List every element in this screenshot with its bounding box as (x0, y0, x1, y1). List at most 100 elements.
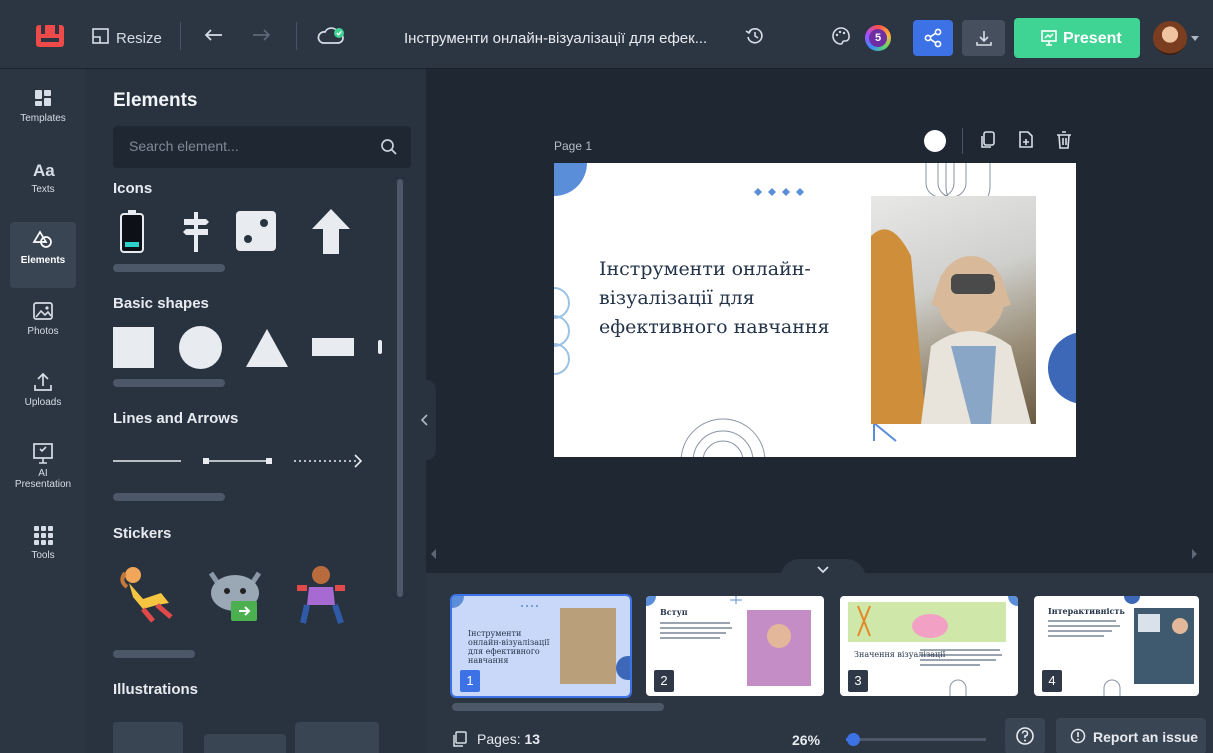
rail-item-ai-presentation[interactable]: AI Presentation (10, 435, 76, 501)
rail-label: Templates (20, 113, 66, 124)
scroll-left-icon[interactable] (430, 548, 438, 560)
download-button[interactable] (962, 20, 1005, 56)
section-title-basic-shapes: Basic shapes (113, 295, 209, 312)
rail-item-tools[interactable]: Tools (10, 517, 76, 583)
collapse-tray-button[interactable] (780, 559, 866, 581)
zoom-slider[interactable] (846, 733, 986, 746)
triangle-shape[interactable] (246, 329, 288, 367)
rail-label: Elements (20, 255, 66, 266)
rail-item-uploads[interactable]: Uploads (10, 364, 76, 430)
report-issue-button[interactable]: Report an issue (1056, 718, 1206, 753)
redo-icon[interactable] (250, 25, 272, 47)
thumb-title: Вступ (660, 607, 688, 617)
document-title[interactable]: Інструменти онлайн-візуалізації для ефек… (404, 30, 707, 47)
divider (296, 22, 297, 50)
resize-button[interactable]: Resize (116, 30, 162, 47)
sticker-exercise-woman[interactable] (113, 563, 175, 625)
page-thumbnail-3[interactable]: Значення візуалізації 3 (840, 596, 1018, 696)
slide-canvas[interactable]: Інструменти онлайн-візуалізації для ефек… (554, 163, 1076, 457)
rail-item-elements[interactable]: Elements (10, 222, 76, 288)
slide-photo-vr-headset[interactable] (871, 196, 1036, 424)
cloud-saved-icon[interactable] (316, 25, 346, 47)
pages-label-text: Pages: (477, 731, 521, 747)
signpost-icon[interactable] (181, 212, 211, 252)
rail-label: Photos (27, 326, 59, 337)
line-shape[interactable] (113, 454, 181, 468)
section-title-stickers: Stickers (113, 525, 172, 542)
collapse-panel-button[interactable] (414, 380, 436, 460)
rail-label: Tools (31, 550, 55, 561)
texts-icon: Aa (33, 161, 55, 180)
page-thumbnail-2[interactable]: Вступ 2 (646, 596, 824, 696)
undo-icon[interactable] (203, 25, 225, 47)
panel-scrollbar[interactable] (397, 179, 403, 597)
thumb-title: Інструменти онлайн-візуалізації для ефек… (468, 629, 550, 665)
dotted-arrow-shape[interactable] (294, 453, 364, 469)
chevron-down-icon[interactable] (1191, 36, 1199, 41)
sticker-cat-computer[interactable] (205, 565, 265, 627)
chevron-left-icon (420, 414, 428, 426)
arrow-up-icon[interactable] (312, 209, 350, 254)
rail-item-templates[interactable]: Templates (10, 80, 76, 146)
collaborators-count: 5 (869, 29, 887, 47)
page-number: 3 (848, 670, 868, 692)
battery-icon[interactable] (119, 209, 145, 254)
partial-shape[interactable] (378, 340, 382, 354)
help-button[interactable] (1005, 718, 1045, 753)
search-box[interactable] (113, 126, 411, 168)
elements-panel: Elements Icons Basic shapes Lines and Ar… (86, 69, 426, 753)
pages-label: Pages: 13 (477, 731, 540, 747)
square-shape[interactable] (113, 327, 154, 368)
uploads-icon (34, 372, 52, 391)
rail-item-photos[interactable]: Photos (10, 293, 76, 359)
page-number: 1 (460, 670, 480, 692)
present-button[interactable]: Present (1014, 18, 1140, 58)
lines-scrollbar[interactable] (113, 493, 225, 501)
illustration-item[interactable] (295, 722, 379, 753)
collaborators-avatar[interactable]: 5 (865, 25, 891, 51)
dice-icon[interactable] (236, 211, 276, 251)
elements-icon (32, 230, 52, 248)
photos-icon (33, 302, 53, 320)
rectangle-shape[interactable] (312, 338, 354, 356)
app-logo-icon[interactable] (36, 25, 64, 47)
tray-scrollbar[interactable] (452, 703, 664, 711)
page-thumbnail-4[interactable]: Інтерактивність 4 (1034, 596, 1199, 696)
icons-scrollbar[interactable] (113, 264, 225, 272)
share-button[interactable] (913, 20, 953, 56)
page-color-swatch[interactable] (924, 130, 946, 152)
search-icon[interactable] (379, 137, 399, 157)
page-thumbnail-1[interactable]: Інструменти онлайн-візуалізації для ефек… (450, 594, 632, 698)
user-avatar[interactable] (1153, 21, 1187, 55)
pages-count: 13 (524, 731, 541, 747)
scroll-right-icon[interactable] (1190, 548, 1198, 560)
report-label: Report an issue (1093, 729, 1199, 745)
tools-icon (34, 526, 53, 545)
search-input[interactable] (129, 138, 369, 154)
history-icon[interactable] (744, 25, 766, 47)
connector-line-shape[interactable] (203, 454, 273, 468)
shapes-scrollbar[interactable] (113, 379, 225, 387)
zoom-level: 26% (792, 732, 821, 748)
zoom-slider-handle[interactable] (847, 733, 860, 746)
duplicate-page-icon[interactable] (979, 130, 997, 150)
stickers-scrollbar[interactable] (113, 650, 195, 658)
illustration-item[interactable] (113, 722, 183, 753)
ai-presentation-icon (33, 443, 53, 464)
add-page-icon[interactable] (1017, 130, 1035, 150)
page-label: Page 1 (554, 139, 593, 153)
present-label: Present (1063, 30, 1122, 47)
slide-title[interactable]: Інструменти онлайн-візуалізації для ефек… (599, 255, 849, 342)
download-icon (976, 31, 992, 46)
section-title-illustrations: Illustrations (113, 681, 199, 698)
illustration-item[interactable] (204, 734, 286, 753)
templates-icon (35, 90, 51, 106)
resize-icon[interactable] (90, 25, 112, 47)
rail-label: AI Presentation (14, 468, 72, 490)
delete-page-icon[interactable] (1055, 130, 1073, 150)
rail-item-texts[interactable]: Aa Texts (10, 151, 76, 217)
page-color-circle[interactable] (924, 130, 946, 152)
palette-icon[interactable] (830, 25, 852, 47)
sticker-man-weights[interactable] (295, 563, 347, 627)
circle-shape[interactable] (179, 326, 222, 369)
